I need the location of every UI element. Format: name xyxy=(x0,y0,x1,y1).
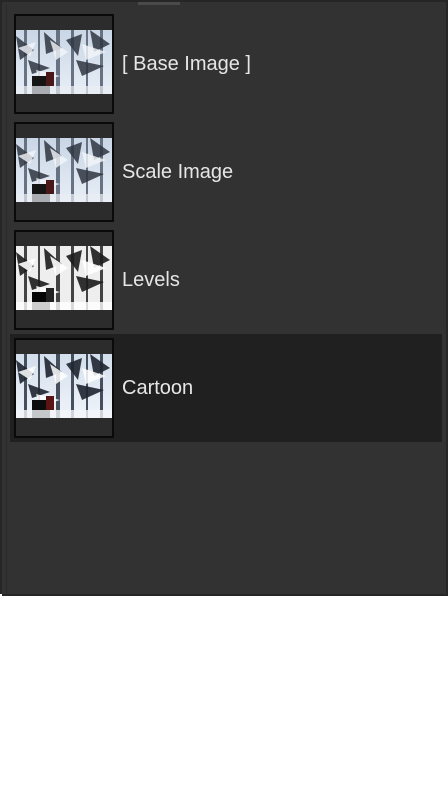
panel-divider xyxy=(6,4,7,596)
panel-tab-handle[interactable] xyxy=(138,2,180,5)
layer-item-base-image[interactable]: [ Base Image ] xyxy=(10,10,442,118)
layer-item-levels[interactable]: Levels xyxy=(10,226,442,334)
layer-label: Levels xyxy=(122,269,180,291)
snowy-forest-thumbnail-icon xyxy=(14,338,114,438)
snowy-forest-thumbnail-icon xyxy=(14,122,114,222)
snowy-forest-thumbnail-icon xyxy=(14,14,114,114)
layer-label: Cartoon xyxy=(122,377,194,399)
layer-label: [ Base Image ] xyxy=(122,53,251,75)
layer-list: [ Base Image ] Scale Image Levels Cartoo… xyxy=(10,10,442,442)
layer-label: Scale Image xyxy=(122,161,234,183)
snowy-forest-thumbnail-icon xyxy=(14,230,114,330)
panel-bottom-border xyxy=(2,594,448,596)
layer-item-scale-image[interactable]: Scale Image xyxy=(10,118,442,226)
layer-item-cartoon[interactable]: Cartoon xyxy=(10,334,442,442)
layers-panel: [ Base Image ] Scale Image Levels Cartoo… xyxy=(0,0,448,596)
